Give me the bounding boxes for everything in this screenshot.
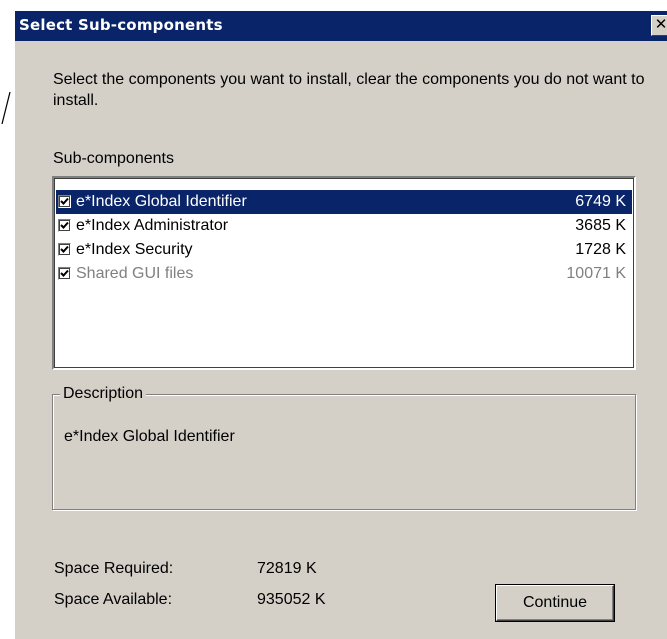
component-size: 10071 K (566, 265, 626, 282)
checkbox[interactable] (58, 243, 71, 256)
list-item[interactable]: Shared GUI files 10071 K (56, 262, 632, 286)
space-required-label: Space Required: (54, 560, 174, 577)
space-available-label: Space Available: (54, 591, 173, 608)
checkmark-icon (60, 197, 69, 205)
checkmark-icon (60, 269, 69, 277)
subcomponents-list[interactable]: e*Index Global Identifier 6749 K e*Index… (52, 176, 636, 370)
continue-button[interactable]: Continue (495, 584, 615, 622)
description-groupbox (52, 394, 636, 510)
checkbox[interactable] (58, 219, 71, 232)
subcomponents-label: Sub-components (53, 150, 174, 167)
component-size: 1728 K (575, 241, 626, 258)
close-icon: ✕ (654, 16, 667, 33)
title-bar[interactable]: Select Sub-components ✕ (15, 11, 667, 41)
checkbox[interactable] (58, 267, 71, 280)
list-item[interactable]: e*Index Security 1728 K (56, 238, 632, 262)
list-item[interactable]: e*Index Global Identifier 6749 K (56, 190, 632, 214)
description-label: Description (60, 384, 147, 404)
space-available-value: 935052 K (257, 591, 326, 608)
instructions-text: Select the components you want to instal… (53, 71, 645, 109)
component-name: e*Index Security (76, 241, 193, 258)
checkbox[interactable] (58, 195, 71, 208)
checkmark-icon (60, 221, 69, 229)
checkmark-icon (60, 245, 69, 253)
description-text: e*Index Global Identifier (64, 428, 235, 445)
component-size: 3685 K (575, 217, 626, 234)
component-name: e*Index Global Identifier (76, 193, 247, 210)
component-size: 6749 K (575, 193, 626, 210)
background-slash-glyph (1, 91, 11, 125)
list-item[interactable]: e*Index Administrator 3685 K (56, 214, 632, 238)
space-required-value: 72819 K (257, 560, 317, 577)
component-name: e*Index Administrator (76, 217, 229, 234)
close-button[interactable]: ✕ (651, 15, 667, 36)
window-title: Select Sub-components (19, 16, 223, 34)
component-name: Shared GUI files (76, 265, 194, 282)
